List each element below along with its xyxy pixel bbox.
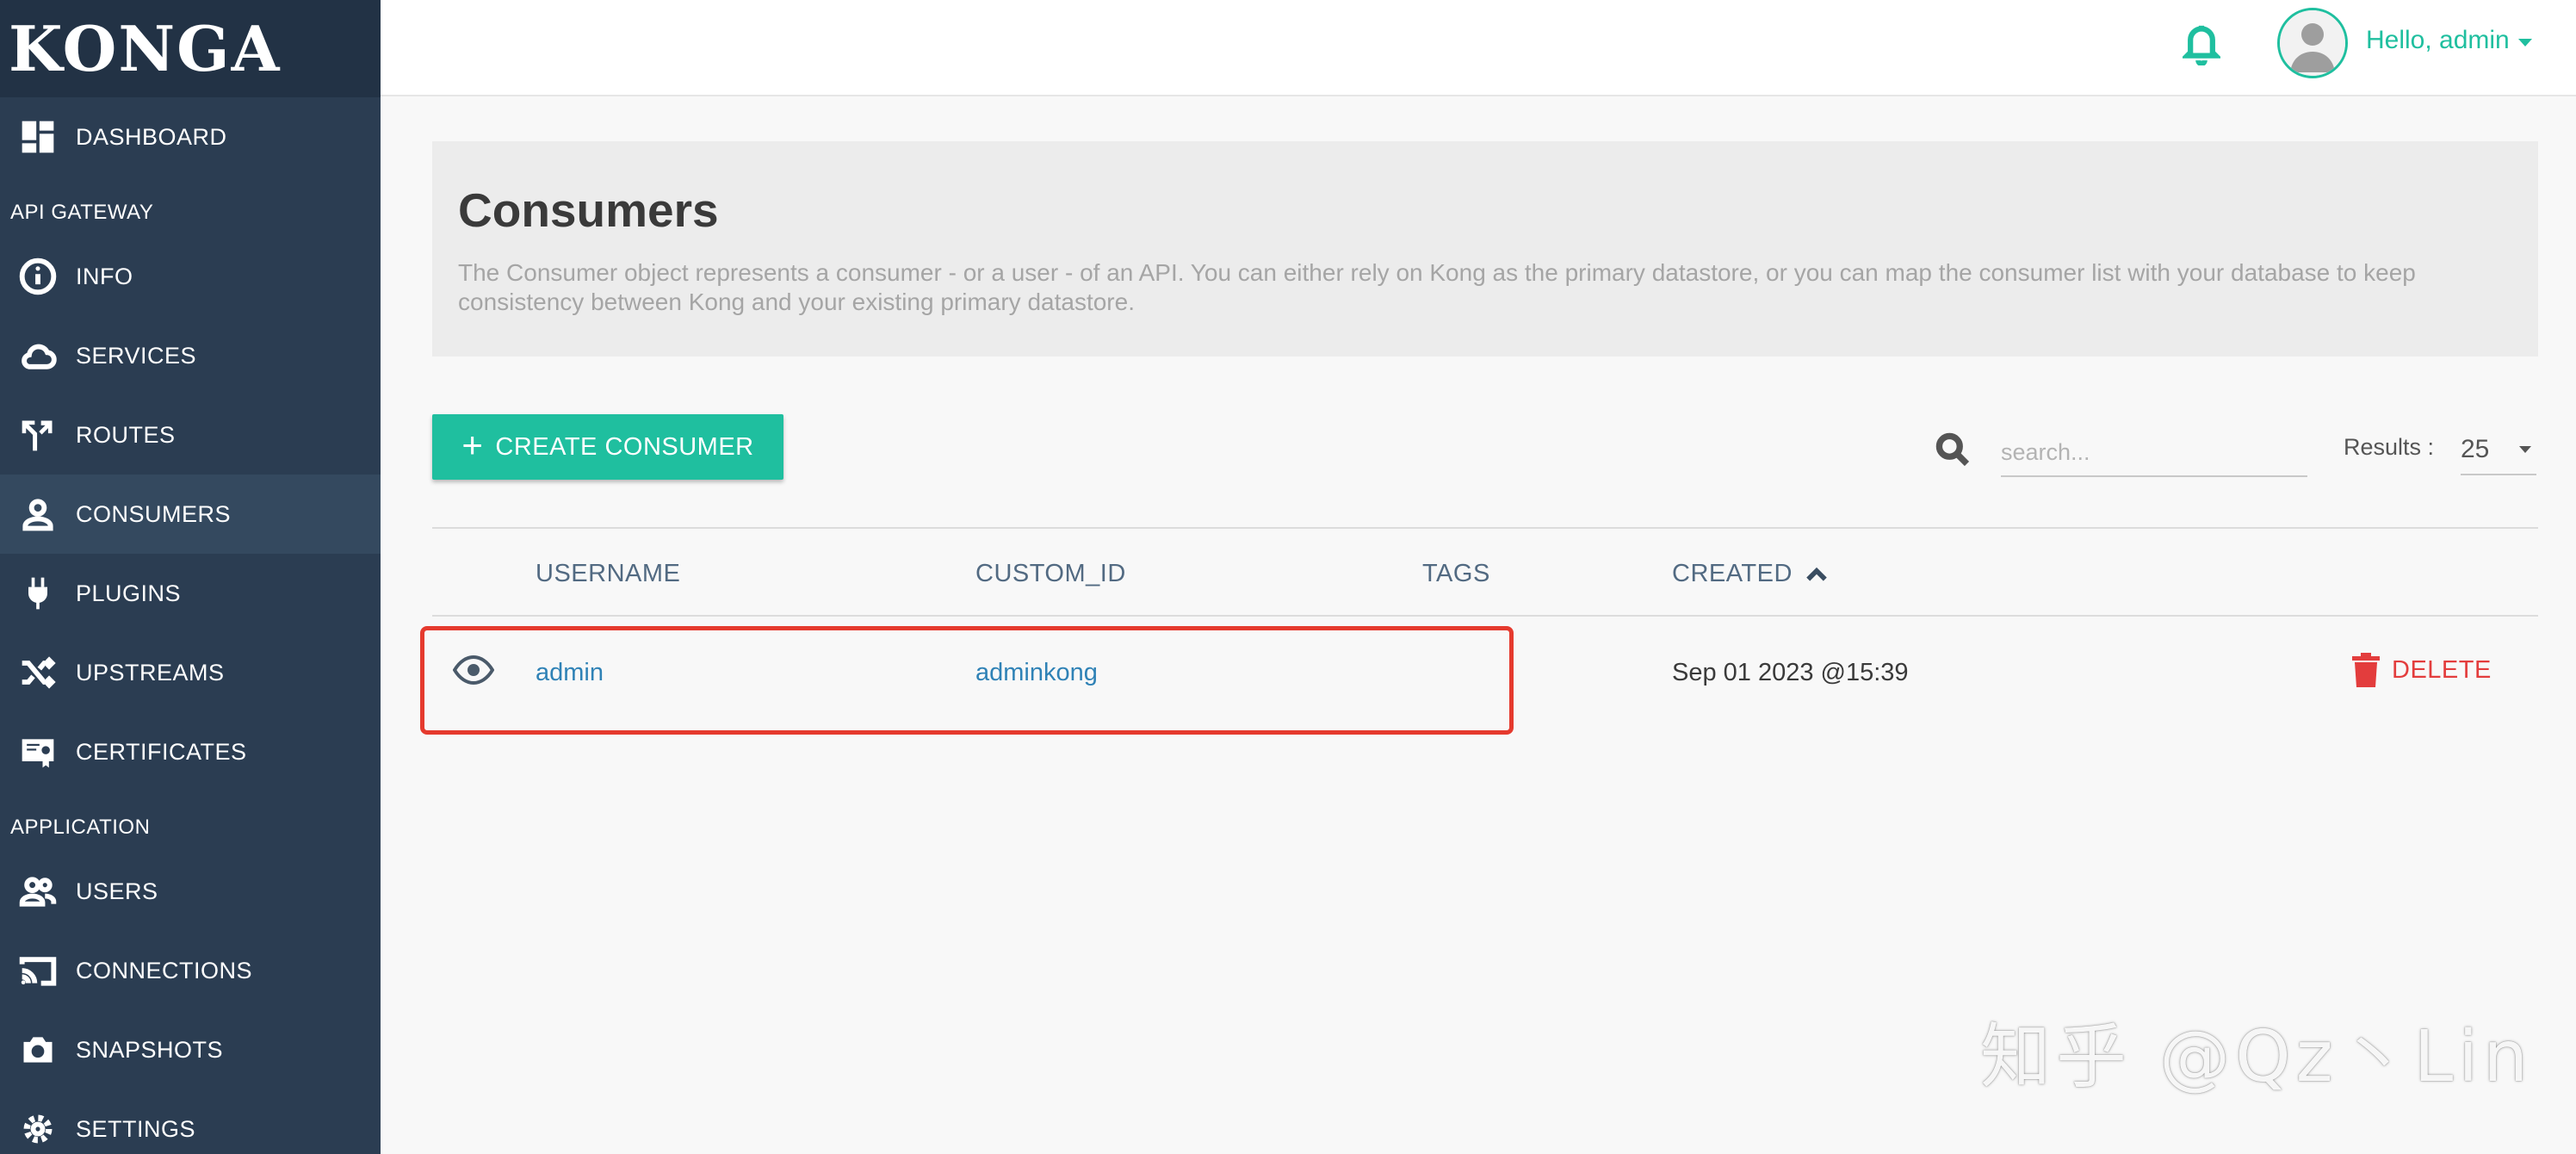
create-consumer-button[interactable]: + CREATE CONSUMER <box>432 414 783 480</box>
results-value: 25 <box>2461 435 2490 463</box>
sidebar-item-label: DASHBOARD <box>76 123 227 150</box>
user-menu[interactable]: Hello, admin <box>2366 26 2532 55</box>
search-input[interactable] <box>2001 429 2307 477</box>
page-hero: Consumers The Consumer object represents… <box>432 141 2538 357</box>
bell-icon[interactable] <box>2180 21 2223 66</box>
sidebar-item-users[interactable]: USERS <box>0 852 381 931</box>
column-tags[interactable]: TAGS <box>1422 560 1490 588</box>
gear-icon <box>0 1110 76 1148</box>
chevron-up-icon <box>1806 567 1827 581</box>
sidebar-item-label: SETTINGS <box>76 1115 196 1142</box>
plus-icon: + <box>461 425 484 465</box>
sidebar-item-label: USERS <box>76 878 158 904</box>
chevron-down-icon <box>2517 38 2532 47</box>
user-greeting: Hello, admin <box>2366 26 2510 54</box>
create-consumer-label: CREATE CONSUMER <box>495 432 754 461</box>
eye-icon[interactable] <box>452 655 495 686</box>
sidebar-item-consumers[interactable]: CONSUMERS <box>0 475 381 554</box>
sidebar-item-snapshots[interactable]: SNAPSHOTS <box>0 1010 381 1089</box>
sidebar-item-label: UPSTREAMS <box>76 659 225 686</box>
sidebar-item-services[interactable]: SERVICES <box>0 316 381 395</box>
sidebar-item-label: PLUGINS <box>76 580 182 606</box>
delete-button[interactable]: DELETE <box>2352 653 2492 687</box>
sidebar-item-dashboard[interactable]: DASHBOARD <box>0 97 381 177</box>
logo-bar: KONGA <box>0 0 381 97</box>
table-header: USERNAME CUSTOM_ID TAGS CREATED <box>432 527 2538 617</box>
column-created[interactable]: CREATED <box>1672 560 1829 588</box>
consumers-table: USERNAME CUSTOM_ID TAGS CREATED admin ad… <box>432 527 2538 729</box>
trash-icon <box>2352 653 2380 687</box>
page-title: Consumers <box>458 183 719 237</box>
consumer-username-link[interactable]: admin <box>536 659 604 687</box>
sidebar-item-label: INFO <box>76 263 133 289</box>
sidebar: KONGA DASHBOARD API GATEWAY INFO SERVICE… <box>0 0 381 1154</box>
column-custom-id[interactable]: CUSTOM_ID <box>975 560 1126 588</box>
sidebar-item-label: CONSUMERS <box>76 500 232 527</box>
sidebar-item-label: ROUTES <box>76 421 176 448</box>
sidebar-item-upstreams[interactable]: UPSTREAMS <box>0 633 381 712</box>
sidebar-item-label: SNAPSHOTS <box>76 1036 224 1063</box>
cloud-icon <box>0 337 76 375</box>
watermark: 知乎 @Qz丶Lin <box>1980 1016 2534 1098</box>
users-icon <box>0 872 76 910</box>
sidebar-item-label: CERTIFICATES <box>76 738 247 765</box>
sidebar-item-label: SERVICES <box>76 342 197 369</box>
dashboard-icon <box>0 118 76 156</box>
info-icon <box>0 257 76 295</box>
results-label: Results : <box>2344 434 2435 460</box>
column-username[interactable]: USERNAME <box>536 560 680 588</box>
column-created-label: CREATED <box>1672 560 1793 587</box>
consumer-custom-id-link[interactable]: adminkong <box>975 659 1098 687</box>
camera-icon <box>0 1031 76 1069</box>
certificate-icon <box>0 733 76 771</box>
konga-logo[interactable]: KONGA <box>9 12 282 85</box>
section-application: APPLICATION <box>10 816 151 839</box>
sidebar-item-routes[interactable]: ROUTES <box>0 395 381 475</box>
section-api-gateway: API GATEWAY <box>10 201 154 224</box>
table-row: admin adminkong Sep 01 2023 @15:39 DELET… <box>432 617 2538 729</box>
fork-icon <box>0 416 76 454</box>
cast-icon <box>0 952 76 990</box>
consumer-created: Sep 01 2023 @15:39 <box>1672 659 1909 686</box>
search-icon[interactable] <box>1934 431 1972 468</box>
shuffle-icon <box>0 654 76 692</box>
plug-icon <box>0 574 76 612</box>
delete-label: DELETE <box>2392 655 2492 684</box>
sidebar-item-info[interactable]: INFO <box>0 237 381 316</box>
avatar[interactable] <box>2277 8 2348 78</box>
sidebar-item-connections[interactable]: CONNECTIONS <box>0 931 381 1010</box>
sidebar-item-plugins[interactable]: PLUGINS <box>0 554 381 633</box>
top-header <box>381 0 2576 96</box>
chevron-down-icon <box>2519 446 2531 453</box>
results-per-page-select[interactable]: 25 <box>2461 425 2536 475</box>
sidebar-item-settings[interactable]: SETTINGS <box>0 1089 381 1154</box>
sidebar-item-label: CONNECTIONS <box>76 957 253 983</box>
page-description: The Consumer object represents a consume… <box>458 259 2416 315</box>
user-icon <box>0 495 76 533</box>
sidebar-item-certificates[interactable]: CERTIFICATES <box>0 712 381 791</box>
